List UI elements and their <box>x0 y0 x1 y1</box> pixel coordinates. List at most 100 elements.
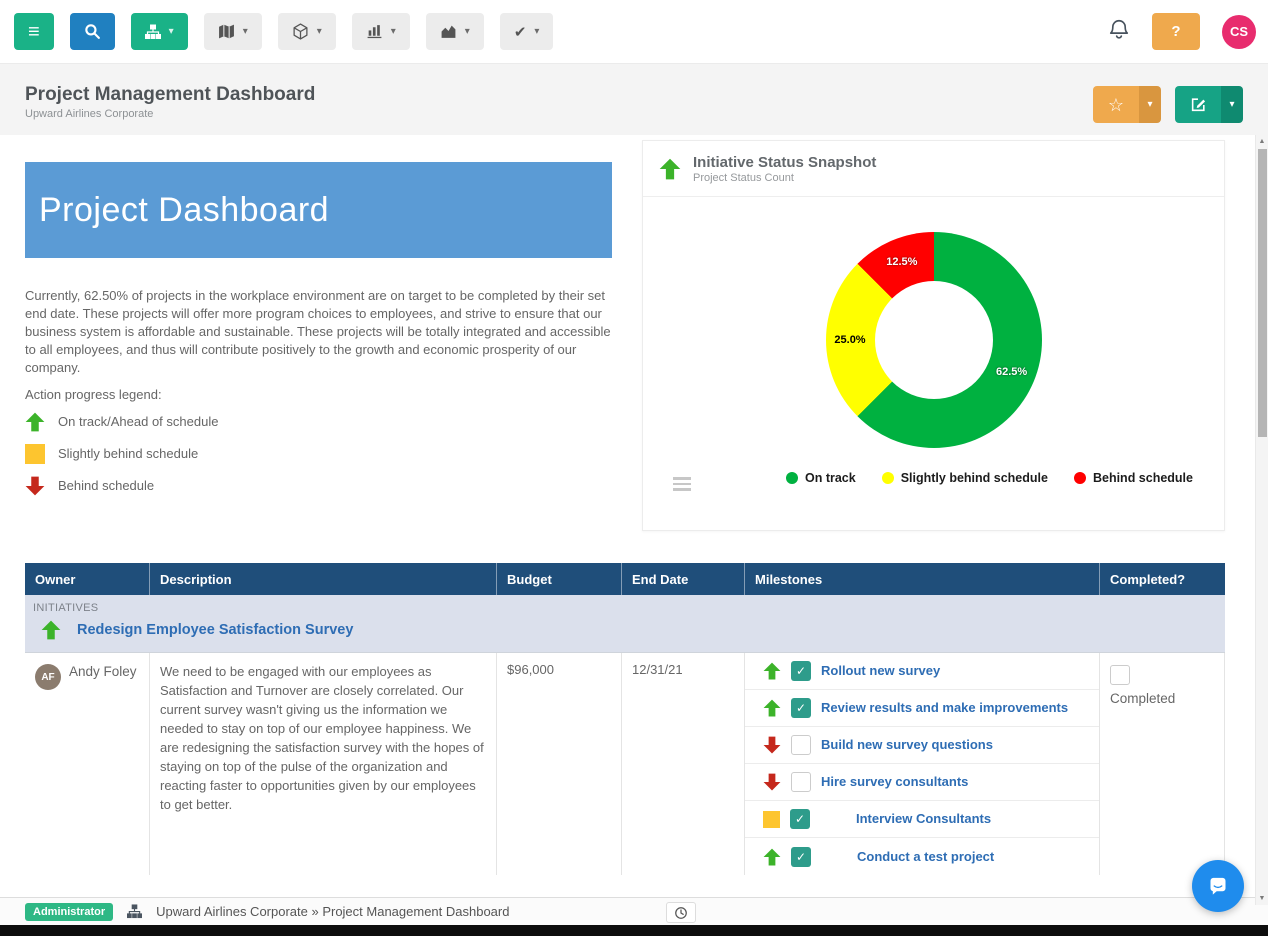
page-header: Project Management Dashboard Upward Airl… <box>0 64 1268 135</box>
bar-chart-button[interactable]: ▾ <box>351 13 410 50</box>
yellow-square-icon <box>25 443 45 464</box>
milestone-row: ✓ Rollout new survey <box>745 653 1099 690</box>
milestone-link[interactable]: Build new survey questions <box>821 737 993 753</box>
sitemap-icon <box>144 24 161 40</box>
edit-split-button[interactable]: ▾ <box>1175 86 1243 123</box>
milestones-cell: ✓ Rollout new survey ✓ Review results and m… <box>745 653 1100 875</box>
initiative-link[interactable]: Redesign Employee Satisfaction Survey <box>77 622 353 638</box>
milestone-link[interactable]: Interview Consultants <box>856 811 991 827</box>
donut-chart[interactable]: 62.5% 25.0% 12.5% <box>826 232 1042 448</box>
area-chart-icon <box>440 23 457 40</box>
notifications-bell-icon[interactable] <box>1108 18 1130 45</box>
favorite-split-button[interactable]: ☆ ▾ <box>1093 86 1161 123</box>
legend-item-label: Behind schedule <box>58 478 155 493</box>
milestone-link[interactable]: Conduct a test project <box>857 849 994 865</box>
projects-table: Owner Description Budget End Date Milestones… <box>25 563 1225 875</box>
end-date-cell: 12/31/21 <box>622 653 745 875</box>
chart-legend-item[interactable]: On track <box>786 471 856 485</box>
project-dashboard-banner: Project Dashboard <box>25 162 612 258</box>
checkbox-checked[interactable]: ✓ <box>790 809 810 829</box>
vertical-scrollbar[interactable]: ▲ ▼ <box>1255 135 1268 905</box>
budget-cell: $96,000 <box>497 653 622 875</box>
chart-title: Initiative Status Snapshot <box>693 153 877 171</box>
legend-dot-icon <box>1073 472 1086 484</box>
chat-launcher[interactable] <box>1192 860 1244 912</box>
edit-icon[interactable] <box>1175 86 1221 123</box>
up-arrow-icon <box>659 158 681 180</box>
chart-legend-item[interactable]: Behind schedule <box>1073 471 1193 485</box>
chart-menu-icon[interactable] <box>673 477 691 491</box>
up-arrow-icon <box>659 158 681 180</box>
help-button[interactable]: ? <box>1152 13 1200 50</box>
milestone-link[interactable]: Hire survey consultants <box>821 774 968 790</box>
map-button[interactable]: ▾ <box>203 13 262 50</box>
up-arrow-icon <box>25 412 45 432</box>
initiatives-section-row: INITIATIVES Redesign Employee Satisfacti… <box>25 595 1225 652</box>
down-arrow-icon <box>25 476 45 496</box>
milestone-link[interactable]: Review results and make improvements <box>821 700 1068 716</box>
checkbox-unchecked[interactable] <box>1110 665 1130 685</box>
description-cell: We need to be engaged with our employees… <box>150 653 497 875</box>
area-chart-button[interactable]: ▾ <box>425 13 484 50</box>
check-button[interactable]: ✔ ▾ <box>499 13 554 50</box>
dropdown-caret-icon: ▾ <box>168 25 174 37</box>
search-button[interactable] <box>69 13 115 50</box>
cube-button[interactable]: ▾ <box>277 13 336 50</box>
history-clock-button[interactable] <box>666 902 696 923</box>
checkbox-unchecked[interactable] <box>791 772 811 792</box>
completed-label: Completed <box>1110 691 1176 706</box>
edit-dropdown-caret[interactable]: ▾ <box>1221 86 1243 123</box>
milestone-row: Build new survey questions <box>745 727 1099 764</box>
role-badge: Administrator <box>25 902 114 921</box>
scrollbar-thumb[interactable] <box>1258 149 1267 437</box>
up-arrow-icon <box>763 848 781 866</box>
up-arrow-icon <box>763 662 781 680</box>
chart-legend: On track Slightly behind schedule Behind s… <box>763 471 1216 485</box>
banner-title: Project Dashboard <box>39 190 330 229</box>
completed-cell: Completed <box>1100 653 1225 875</box>
column-header-end-date[interactable]: End Date <box>622 563 745 595</box>
column-header-milestones[interactable]: Milestones <box>745 563 1100 595</box>
column-header-owner[interactable]: Owner <box>25 563 150 595</box>
breadcrumb: Upward Airlines Corporate » Project Mana… <box>156 904 510 919</box>
chart-legend-label: On track <box>805 471 856 485</box>
milestone-link[interactable]: Rollout new survey <box>821 663 940 679</box>
column-header-completed[interactable]: Completed? <box>1100 563 1225 595</box>
star-icon[interactable]: ☆ <box>1093 86 1139 123</box>
up-arrow-icon <box>41 620 61 640</box>
column-header-budget[interactable]: Budget <box>497 563 622 595</box>
dropdown-caret-icon: ▾ <box>390 25 396 37</box>
checkbox-checked[interactable]: ✓ <box>791 661 811 681</box>
scroll-up-arrow[interactable]: ▲ <box>1256 138 1268 145</box>
checkbox-unchecked[interactable] <box>791 735 811 755</box>
action-progress-legend: On track/Ahead of schedule Slightly behin… <box>25 411 218 496</box>
dropdown-caret-icon: ▾ <box>534 25 540 37</box>
milestone-row: ✓ Interview Consultants <box>745 801 1099 838</box>
table-header-row: Owner Description Budget End Date Milestones… <box>25 563 1225 595</box>
slice-value-label: 62.5% <box>995 366 1028 379</box>
down-arrow-icon <box>763 773 781 791</box>
toolbar-button-group: ≡ ▾ ▾ ▾ ▾ ▾ ✔ ▾ <box>0 13 554 50</box>
milestone-row: ✓ Conduct a test project <box>745 838 1099 875</box>
owner-name: Andy Foley <box>69 664 137 679</box>
milestone-row: ✓ Review results and make improvements <box>745 690 1099 727</box>
user-avatar[interactable]: CS <box>1222 14 1256 49</box>
scroll-down-arrow[interactable]: ▼ <box>1256 895 1268 902</box>
chart-legend-item[interactable]: Slightly behind schedule <box>881 471 1048 485</box>
checkbox-checked[interactable]: ✓ <box>791 698 811 718</box>
legend-title: Action progress legend: <box>25 387 162 402</box>
column-header-description[interactable]: Description <box>150 563 497 595</box>
favorite-dropdown-caret[interactable]: ▾ <box>1139 86 1161 123</box>
up-arrow-icon <box>41 620 61 640</box>
chart-subtitle: Project Status Count <box>693 171 794 184</box>
sitemap-button[interactable]: ▾ <box>130 13 188 50</box>
dropdown-caret-icon: ▾ <box>464 25 470 37</box>
checkbox-checked[interactable]: ✓ <box>791 846 811 867</box>
slice-value-label: 12.5% <box>886 256 918 269</box>
menu-button[interactable]: ≡ <box>14 13 54 50</box>
bottom-black-strip <box>0 925 1268 936</box>
owner-avatar: AF <box>35 664 61 690</box>
dropdown-caret-icon: ▾ <box>242 25 248 37</box>
dropdown-caret-icon: ▾ <box>316 25 322 37</box>
up-arrow-icon <box>763 699 781 717</box>
